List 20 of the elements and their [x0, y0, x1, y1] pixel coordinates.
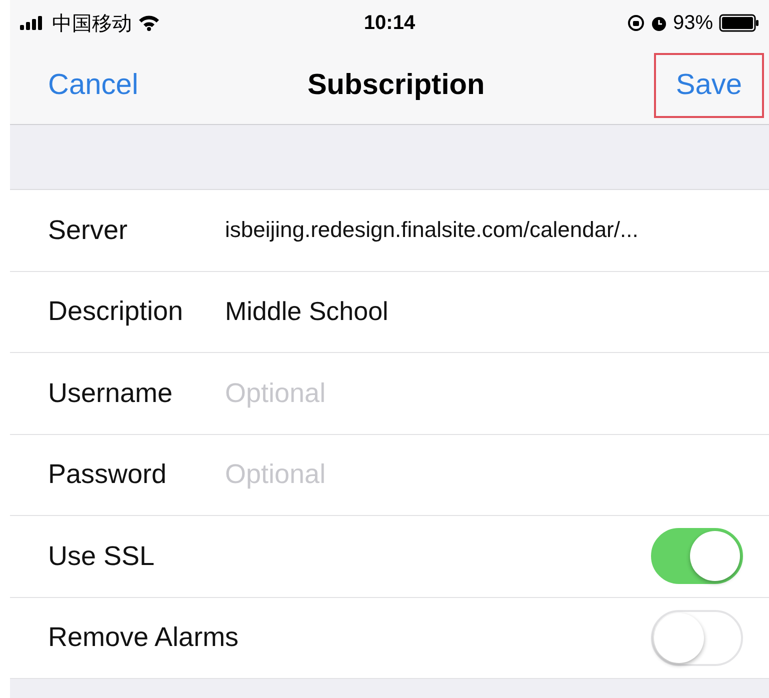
carrier-name: 中国移动 [52, 12, 132, 36]
input-field[interactable]: Optional [225, 378, 743, 409]
field-value[interactable]: Middle School [225, 296, 388, 328]
rotation-lock-icon [626, 14, 645, 32]
save-button[interactable]: Save [654, 52, 764, 118]
field-label: Remove Alarms [48, 622, 239, 654]
wifi-icon [138, 15, 160, 31]
status-time: 10:14 [364, 12, 416, 34]
field-value[interactable]: isbeijing.redesign.finalsite.com/calendar/... [225, 217, 638, 244]
battery-icon [719, 14, 759, 32]
field-label: Server [48, 214, 129, 246]
input-field[interactable]: Optional [225, 459, 743, 490]
field-label: Description [48, 296, 184, 328]
field-label: Password [48, 459, 168, 490]
cancel-button[interactable]: Cancel [48, 68, 138, 102]
field-label: Username [48, 378, 174, 409]
battery-percent: 93% [672, 12, 713, 34]
field-label: Use SSL [48, 540, 156, 572]
alarm-icon [650, 14, 667, 32]
screen-title: Subscription [307, 68, 485, 102]
